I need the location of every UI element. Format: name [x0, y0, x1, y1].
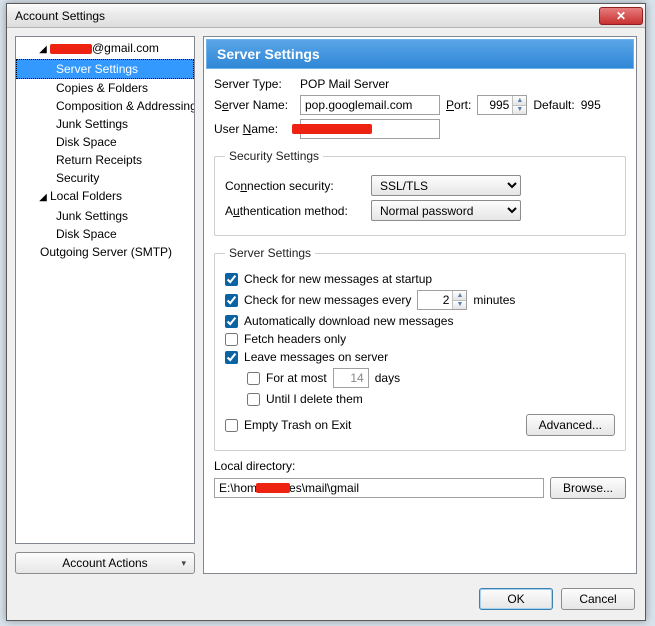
spin-down-icon[interactable]: ▼ [512, 106, 526, 115]
check-startup-label: Check for new messages at startup [244, 272, 432, 286]
close-icon: ✕ [616, 9, 626, 23]
until-delete-label: Until I delete them [266, 392, 363, 406]
ok-button[interactable]: OK [479, 588, 553, 610]
connection-security-label: Connection security: [225, 179, 365, 193]
server-name-input[interactable] [300, 95, 440, 115]
fetch-headers-checkbox[interactable] [225, 333, 238, 346]
auto-download-checkbox[interactable] [225, 315, 238, 328]
tree-lf-junk[interactable]: Junk Settings [16, 207, 194, 225]
check-every-label: Check for new messages every [244, 293, 411, 307]
tree-local-folders[interactable]: ◢Local Folders [16, 187, 194, 207]
for-at-most-input [333, 368, 369, 388]
window-title: Account Settings [15, 9, 599, 23]
check-startup-checkbox[interactable] [225, 273, 238, 286]
account-actions-button[interactable]: Account Actions [15, 552, 195, 574]
fetch-headers-label: Fetch headers only [244, 332, 346, 346]
twisty-icon[interactable]: ◢ [38, 42, 48, 58]
server-settings-legend: Server Settings [225, 246, 315, 260]
check-every-input[interactable] [418, 291, 452, 309]
for-at-most-unit: days [375, 371, 400, 385]
spin-down-icon[interactable]: ▼ [452, 301, 466, 310]
window-body: ◢ @gmail.com Server Settings Copies & Fol… [7, 28, 645, 582]
spin-up-icon[interactable]: ▲ [512, 96, 526, 106]
local-directory-label: Local directory: [214, 459, 295, 473]
redacted-local-dir [256, 483, 290, 493]
check-every-spinner[interactable]: ▲▼ [417, 290, 467, 310]
default-port-label: Default: [533, 98, 574, 112]
tree-account-root[interactable]: ◢ @gmail.com [16, 39, 194, 59]
port-input[interactable] [478, 96, 512, 114]
server-name-label: Server Name: [214, 98, 294, 112]
titlebar: Account Settings ✕ [7, 4, 645, 28]
security-settings-legend: Security Settings [225, 149, 323, 163]
server-settings-group: Server Settings Check for new messages a… [214, 246, 626, 451]
account-settings-window: Account Settings ✕ ◢ @gmail.com Server Se… [6, 3, 646, 621]
browse-button[interactable]: Browse... [550, 477, 626, 499]
account-tree[interactable]: ◢ @gmail.com Server Settings Copies & Fol… [15, 36, 195, 544]
check-every-checkbox[interactable] [225, 294, 238, 307]
close-button[interactable]: ✕ [599, 7, 643, 25]
tree-smtp[interactable]: Outgoing Server (SMTP) [16, 243, 194, 261]
connection-security-select[interactable]: SSL/TLS [371, 175, 521, 196]
check-every-unit: minutes [473, 293, 515, 307]
leave-on-server-label: Leave messages on server [244, 350, 388, 364]
port-spinner[interactable]: ▲▼ [477, 95, 527, 115]
redacted-username [292, 124, 372, 134]
port-label: Port: [446, 98, 471, 112]
tree-lf-disk[interactable]: Disk Space [16, 225, 194, 243]
leave-on-server-checkbox[interactable] [225, 351, 238, 364]
auto-download-label: Automatically download new messages [244, 314, 453, 328]
tree-security[interactable]: Security [16, 169, 194, 187]
until-delete-checkbox[interactable] [247, 393, 260, 406]
server-type-label: Server Type: [214, 77, 294, 91]
username-label: User Name: [214, 122, 294, 136]
tree-server-settings[interactable]: Server Settings [16, 59, 194, 79]
twisty-icon[interactable]: ◢ [38, 190, 48, 206]
dialog-footer: OK Cancel [7, 582, 645, 620]
for-at-most-checkbox[interactable] [247, 372, 260, 385]
empty-trash-checkbox[interactable] [225, 419, 238, 432]
panel-heading: Server Settings [206, 39, 634, 69]
advanced-button[interactable]: Advanced... [526, 414, 615, 436]
security-settings-group: Security Settings Connection security: S… [214, 149, 626, 236]
account-suffix: @gmail.com [92, 41, 159, 55]
server-type-value: POP Mail Server [300, 77, 389, 91]
tree-panel: ◢ @gmail.com Server Settings Copies & Fol… [15, 36, 195, 574]
redacted-account-name [50, 44, 92, 54]
auth-method-label: Authentication method: [225, 204, 365, 218]
tree-composition[interactable]: Composition & Addressing [16, 97, 194, 115]
tree-return-receipts[interactable]: Return Receipts [16, 151, 194, 169]
tree-junk[interactable]: Junk Settings [16, 115, 194, 133]
content-panel: Server Settings Server Type: POP Mail Se… [203, 36, 637, 574]
cancel-button[interactable]: Cancel [561, 588, 635, 610]
for-at-most-label: For at most [266, 371, 327, 385]
default-port-value: 995 [581, 98, 601, 112]
empty-trash-label: Empty Trash on Exit [244, 418, 351, 432]
tree-disk-space[interactable]: Disk Space [16, 133, 194, 151]
auth-method-select[interactable]: Normal password [371, 200, 521, 221]
spin-up-icon[interactable]: ▲ [452, 291, 466, 301]
tree-copies-folders[interactable]: Copies & Folders [16, 79, 194, 97]
